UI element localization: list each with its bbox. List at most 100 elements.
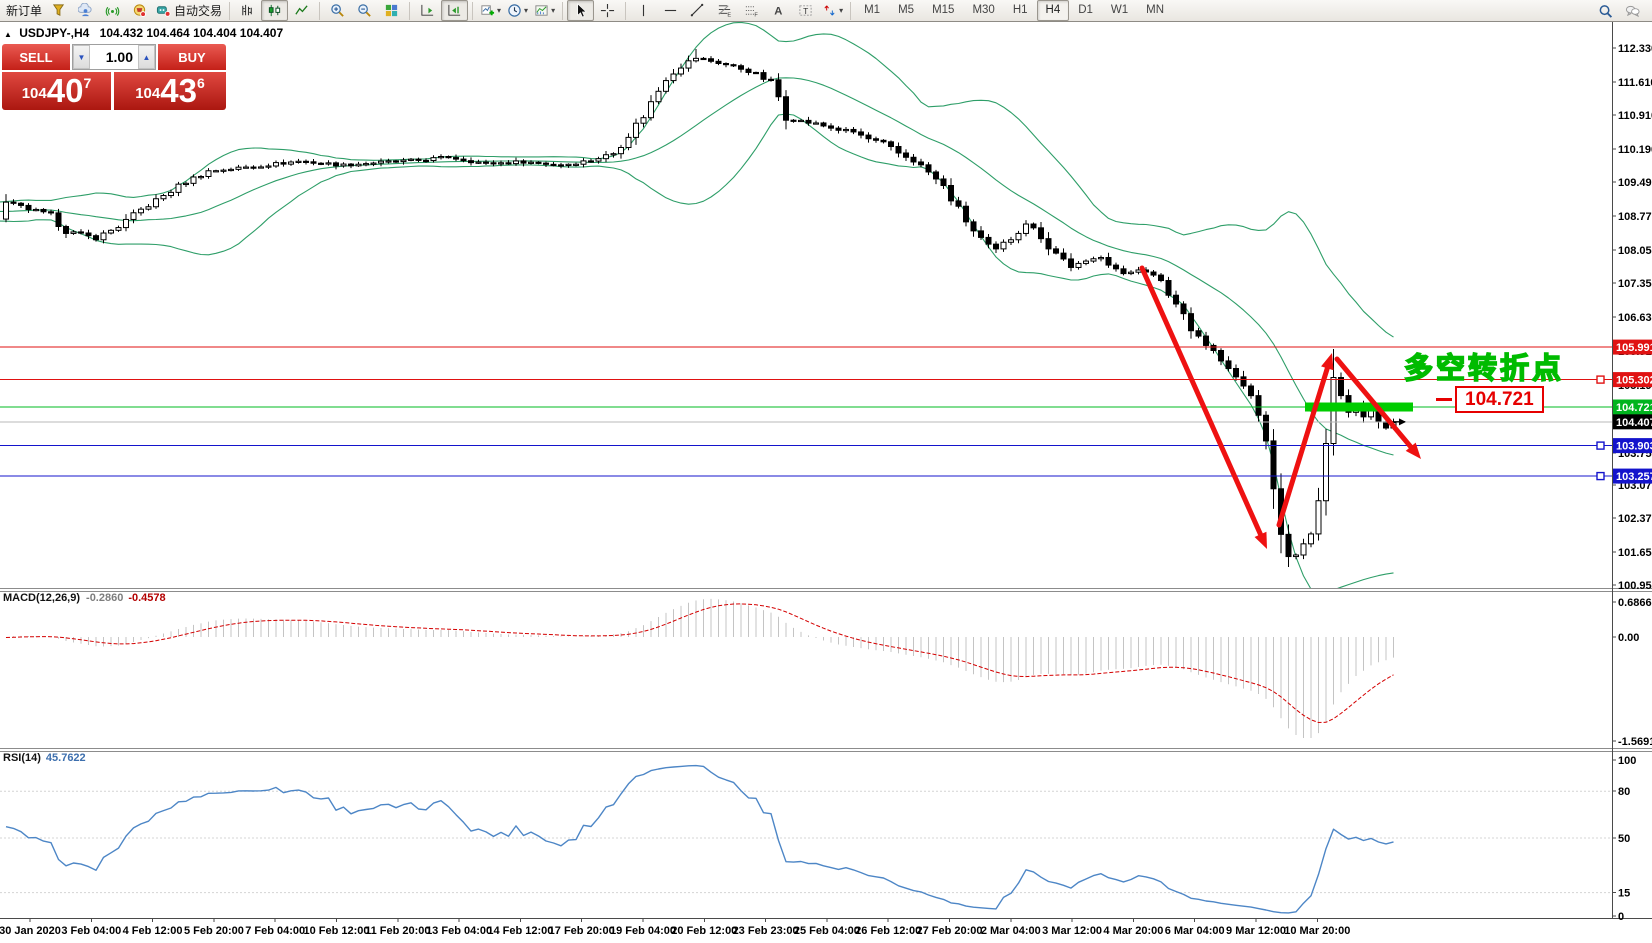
templates-button[interactable]: ▾ (531, 0, 558, 21)
channelf-icon: F (744, 3, 759, 18)
channel-button[interactable]: F (738, 0, 765, 21)
zoomin-icon (330, 3, 345, 18)
one-click-trade-panel: SELL ▼ ▲ BUY 104407 104436 (2, 44, 226, 110)
volume-up-button[interactable]: ▲ (138, 45, 155, 69)
time-tick-label: 20 Feb 12:00 (671, 925, 737, 937)
sell-price-display[interactable]: 104407 (2, 72, 111, 110)
cursor-button[interactable] (567, 0, 594, 21)
vertical-line-button[interactable] (630, 0, 657, 21)
chevron-down-icon: ▾ (497, 6, 501, 15)
buy-price-display[interactable]: 104436 (114, 72, 226, 110)
vline-icon (636, 3, 651, 18)
time-axis[interactable]: 30 Jan 20203 Feb 04:004 Feb 12:005 Feb 2… (0, 918, 1350, 937)
macd-pane[interactable] (6, 599, 1394, 738)
autotrading-button[interactable]: 自动交易 (153, 0, 225, 21)
fibonacci-button[interactable]: E (711, 0, 738, 21)
price-tick-label: 106.630 (1618, 312, 1652, 324)
volume-input[interactable] (90, 45, 138, 69)
toolbar-separator (229, 2, 230, 20)
volume-down-button[interactable]: ▼ (73, 45, 90, 69)
arrows-button[interactable]: ▾ (819, 0, 846, 21)
time-tick-label: 6 Mar 04:00 (1165, 925, 1225, 937)
periods-button[interactable]: ▾ (504, 0, 531, 21)
timeframe-button-m30[interactable]: M30 (963, 0, 1003, 21)
tile-windows-button[interactable] (378, 0, 405, 21)
new-order-button[interactable]: 新订单 (0, 0, 45, 21)
timeframe-button-m5[interactable]: M5 (889, 0, 923, 21)
text-button[interactable]: A (765, 0, 792, 21)
svg-text:A: A (774, 6, 782, 18)
pivot-price-tag[interactable]: 104.721 (1455, 386, 1544, 413)
timeframe-button-m1[interactable]: M1 (855, 0, 889, 21)
crosshair-button[interactable] (594, 0, 621, 21)
time-tick-label: 27 Feb 20:00 (916, 925, 982, 937)
community-button[interactable] (72, 0, 99, 21)
toolbar-separator (850, 2, 851, 20)
indicators-button[interactable]: ▾ (477, 0, 504, 21)
buy-price-main: 43 (160, 72, 197, 109)
bar-chart-button[interactable] (234, 0, 261, 21)
price-axis[interactable]: 112.330111.610110.910110.190109.490108.7… (1612, 43, 1652, 592)
symbol-marker-icon: ▲ (4, 30, 12, 39)
price-tick-label: 108.770 (1618, 211, 1652, 223)
market-button[interactable] (126, 0, 153, 21)
timeframe-button-m15[interactable]: M15 (923, 0, 963, 21)
time-tick-label: 11 Feb 20:00 (365, 925, 430, 937)
chat-button[interactable] (1619, 1, 1646, 22)
search-button[interactable] (1592, 1, 1619, 22)
trend-arrow-1[interactable] (1142, 268, 1267, 549)
rsi-pane-label: RSI(14)45.7622 (3, 752, 86, 764)
time-tick-label: 2 Mar 04:00 (981, 925, 1041, 937)
svg-text:T: T (803, 6, 808, 16)
rsi-value: 45.7622 (46, 752, 86, 764)
price-tick-label: 111.610 (1618, 77, 1652, 89)
rsi-axis-label: 0 (1618, 911, 1624, 923)
trendline-icon (690, 3, 705, 18)
toolbar-separator (562, 2, 563, 20)
time-tick-label: 14 Feb 12:00 (487, 925, 553, 937)
timeframe-button-d1[interactable]: D1 (1069, 0, 1102, 21)
hline-103257[interactable] (0, 473, 1612, 480)
zoom-in-button[interactable] (324, 0, 351, 21)
toolbar: 新订单自动交易▾▾▾EFAT▾M1M5M15M30H1H4D1W1MN (0, 0, 1652, 22)
chart-canvas[interactable]: 112.330111.610110.910110.190109.490108.7… (0, 0, 1652, 943)
timeframe-button-w1[interactable]: W1 (1102, 0, 1137, 21)
zoom-out-button[interactable] (351, 0, 378, 21)
buy-price-sup: 6 (197, 75, 205, 91)
macd-name: MACD(12,26,9) (3, 592, 80, 604)
time-tick-label: 4 Mar 20:00 (1103, 925, 1163, 937)
text-label-button[interactable]: T (792, 0, 819, 21)
time-tick-label: 26 Feb 12:00 (855, 925, 921, 937)
sell-price-prefix: 104 (22, 85, 47, 102)
texta-icon: A (771, 3, 786, 18)
sell-button[interactable]: SELL (2, 44, 70, 70)
trendline-button[interactable] (684, 0, 711, 21)
zoomout-icon (357, 3, 372, 18)
rsi-line (6, 766, 1394, 913)
chartshift-icon (447, 3, 462, 18)
toolbar-separator (319, 2, 320, 20)
symbol-quotes: 104.432 104.464 104.404 104.407 (100, 26, 284, 40)
auto-scroll-button[interactable] (414, 0, 441, 21)
macd-main-value: -0.2860 (86, 592, 123, 604)
signals-button[interactable] (99, 0, 126, 21)
timeframe-button-h4[interactable]: H4 (1037, 0, 1070, 21)
chart-shift-button[interactable] (441, 0, 468, 21)
turning-point-annotation[interactable]: 多空转折点 (1404, 345, 1564, 387)
buy-button[interactable]: BUY (158, 44, 226, 70)
timeframe-button-mn[interactable]: MN (1137, 0, 1173, 21)
candlestick-chart-button[interactable] (261, 0, 288, 21)
hline-105302[interactable] (0, 376, 1612, 383)
chevron-down-icon: ▾ (839, 6, 843, 15)
line-chart-button[interactable] (288, 0, 315, 21)
support-highlight-bar[interactable] (1305, 403, 1413, 412)
clock-icon (507, 3, 522, 18)
time-tick-label: 30 Jan 2020 (0, 925, 61, 937)
signals-icon (105, 3, 120, 18)
horizontal-line-button[interactable] (657, 0, 684, 21)
price-tick-label: 108.050 (1618, 245, 1652, 257)
charts-gold-button[interactable] (45, 0, 72, 21)
rsi-pane[interactable] (0, 766, 1612, 913)
svg-text:105.302: 105.302 (1616, 375, 1652, 387)
timeframe-button-h1[interactable]: H1 (1004, 0, 1037, 21)
